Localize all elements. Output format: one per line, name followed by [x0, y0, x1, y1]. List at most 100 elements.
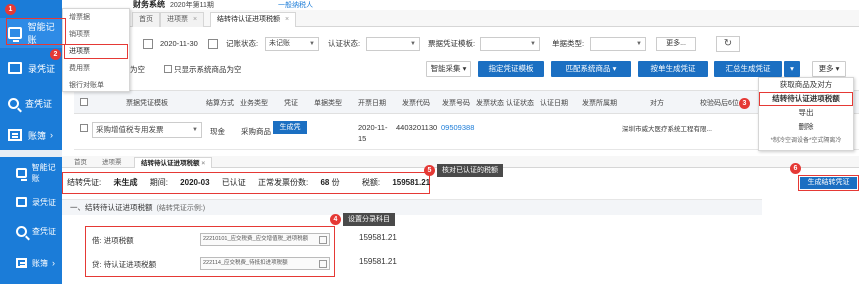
row-party: 深圳市威大医疗系统工程有限...	[622, 126, 712, 133]
close-icon[interactable]: ×	[285, 16, 289, 23]
menu-item-carryover-tax[interactable]: 结转待认证进项税额	[759, 92, 853, 106]
single-voucher-button[interactable]: 按单生成凭证	[638, 61, 708, 77]
chevron-down-icon: ▼	[309, 41, 315, 47]
carryover-summary: 结转凭证: 未生成 期间: 2020-03 已认证 正常发票份数: 68 份 税…	[62, 172, 430, 194]
ledger-icon	[16, 258, 27, 268]
more-actions-button[interactable]: 更多 ▾	[812, 61, 846, 77]
chevron-right-icon: ›	[50, 130, 54, 140]
tab-label: 结转待认证进项税额	[141, 160, 200, 167]
tab-input-invoice[interactable]: 进项票 ×	[160, 12, 205, 27]
account-select[interactable]: 22210101_应交税费_应交增值税_进项税额	[200, 233, 330, 246]
table-header: 凭证	[284, 100, 298, 107]
chevron-down-icon: ▼	[636, 41, 642, 47]
sidebar-item-label: 账簿	[32, 258, 48, 268]
doc-type-select[interactable]: ▼	[590, 37, 646, 51]
tab-label: 首页	[139, 16, 153, 23]
taxpayer-link[interactable]: 一般纳税人	[278, 0, 313, 10]
table-row[interactable]: 采购增值税专用发票 ▼ 现金 采购商品 生成凭 2020-11-15 440320…	[74, 114, 859, 150]
sidebar-item-ledger[interactable]: 账簿 ›	[0, 120, 62, 150]
row-date: 2020-11-15	[358, 123, 388, 143]
calendar-icon[interactable]	[208, 39, 218, 49]
button-label: 智能采集	[430, 64, 461, 73]
section-note: (结转凭证示例:)	[156, 205, 206, 212]
close-icon[interactable]: ×	[193, 16, 197, 23]
sidebar-item-smart-accounting[interactable]: 智能记账	[0, 18, 62, 48]
account-select[interactable]: 222114_应交税费_待抵扣进项税额	[200, 257, 330, 270]
table-header: 开票日期	[358, 100, 386, 107]
sidebar-item-label: 录凭证	[28, 63, 56, 74]
voucher-status-label: 结转凭证:	[67, 178, 102, 187]
tab-input-invoice[interactable]: 进项票	[96, 157, 128, 168]
generate-carryover-button-wrap: 生成结转凭证	[798, 175, 859, 191]
summary-voucher-dropdown[interactable]: ▾	[784, 61, 800, 77]
menu-item-get-goods[interactable]: 获取商品及对方	[759, 78, 853, 92]
tax-amount: 税额: 159581.21	[362, 178, 430, 187]
menu-item-bills[interactable]: 增票据	[63, 9, 129, 26]
cert-select[interactable]: ▼	[366, 37, 420, 51]
row-template-select[interactable]: 采购增值税专用发票 ▼	[92, 122, 202, 138]
row-invoice-code: 4403201130	[396, 123, 438, 132]
assign-template-button[interactable]: 指定凭证模板	[478, 61, 544, 77]
empty-filter[interactable]: 为空	[130, 64, 145, 75]
sidebar-sub-smart-accounting[interactable]: 智能记账	[0, 158, 62, 188]
top-header: 财务系统 2020年第11期 一般纳税人	[130, 0, 859, 10]
step-badge-5: 5	[424, 165, 435, 176]
menu-item-sales-invoice[interactable]: 销项票	[63, 26, 129, 43]
tab-label: 进项票	[167, 16, 188, 23]
button-label: 匹配系统商品	[565, 64, 611, 73]
sidebar-item-label: 查凭证	[25, 98, 53, 109]
menu-item-input-invoice[interactable]: 进项票	[63, 43, 129, 60]
tab-carryover[interactable]: 结转待认证进项税额 ×	[134, 157, 213, 168]
show-system-checkbox[interactable]: 只显示系统商品为空	[164, 64, 242, 75]
row-generate-voucher-button[interactable]: 生成凭	[273, 121, 307, 134]
checkbox-icon[interactable]	[164, 65, 172, 73]
more-filters-button[interactable]: 更多...	[656, 37, 696, 51]
refresh-icon[interactable]: ↻	[716, 36, 740, 52]
generate-carryover-button[interactable]: 生成结转凭证	[800, 177, 857, 189]
template-select[interactable]: ▼	[480, 37, 540, 51]
period-value: 2020-03	[180, 178, 210, 187]
menu-item-expense-invoice[interactable]: 费用票	[63, 60, 129, 77]
period-label: 2020年第11期	[170, 2, 214, 9]
section-title-text: 一、结转待认证进项税额	[70, 203, 153, 212]
tab-home[interactable]: 首页	[68, 157, 93, 168]
checkbox-icon[interactable]	[80, 124, 88, 132]
summary-voucher-button[interactable]: 汇总生成凭证	[714, 61, 782, 77]
status-select[interactable]: 未记账 ▼	[265, 37, 319, 51]
status-label: 记账状态:	[226, 39, 259, 48]
voucher-status-value: 未生成	[113, 178, 138, 187]
smart-accounting-menu: 增票据 销项票 进项票 费用票 银行对账单	[62, 8, 130, 92]
date-value[interactable]: 2020-11-30	[160, 37, 198, 51]
monitor-icon	[8, 27, 22, 42]
select-all-checkbox[interactable]	[80, 98, 90, 107]
table-header: 认证状态	[506, 100, 534, 107]
row-checkbox[interactable]	[80, 124, 90, 133]
chevron-down-icon: ▼	[192, 127, 198, 133]
entry-settings: 借: 进项税额 22210101_应交税费_应交增值税_进项税额 贷: 待认证进…	[85, 226, 335, 277]
smart-collect-button[interactable]: 智能采集 ▾	[426, 61, 471, 77]
row-invoice-number[interactable]: 09509388	[441, 123, 474, 132]
tab-home[interactable]: 首页	[132, 12, 160, 27]
tab-bar: 首页 进项票 × 结转待认证进项税额 ×	[62, 10, 859, 27]
close-icon[interactable]: ×	[201, 160, 205, 167]
callout-verify-tax: 核对已认证的税额	[437, 164, 503, 177]
sidebar-sub-ledger[interactable]: 账簿 ›	[0, 248, 62, 278]
calendar-icon[interactable]	[143, 39, 153, 49]
menu-item-delete[interactable]: 删除	[759, 120, 853, 134]
menu-item-bank-statement[interactable]: 银行对账单	[63, 77, 129, 94]
row-template-value: 采购增值税专用发票	[96, 125, 164, 134]
sidebar-divider	[0, 150, 62, 157]
sidebar-sub-query-voucher[interactable]: 查凭证	[0, 216, 62, 246]
tab-carryover[interactable]: 结转待认证进项税额 ×	[210, 12, 297, 27]
doc-type-label: 单据类型:	[552, 39, 585, 48]
tab-label: 结转待认证进项税额	[217, 16, 280, 23]
checkbox-icon[interactable]	[80, 98, 88, 106]
sidebar: 智能记账 录凭证 查凭证 账簿 › 智能记账 录凭证 查凭证 账簿 ›	[0, 0, 62, 284]
voucher-icon	[16, 197, 27, 207]
menu-footnote: *制冷空调设备*空式隔离冷	[770, 138, 842, 144]
menu-item-export[interactable]: 导出	[759, 106, 853, 120]
sidebar-sub-enter-voucher[interactable]: 录凭证	[0, 187, 62, 217]
search-icon	[16, 225, 27, 237]
match-goods-button[interactable]: 匹配系统商品 ▾	[551, 61, 631, 77]
sidebar-item-query-voucher[interactable]: 查凭证	[0, 88, 62, 118]
